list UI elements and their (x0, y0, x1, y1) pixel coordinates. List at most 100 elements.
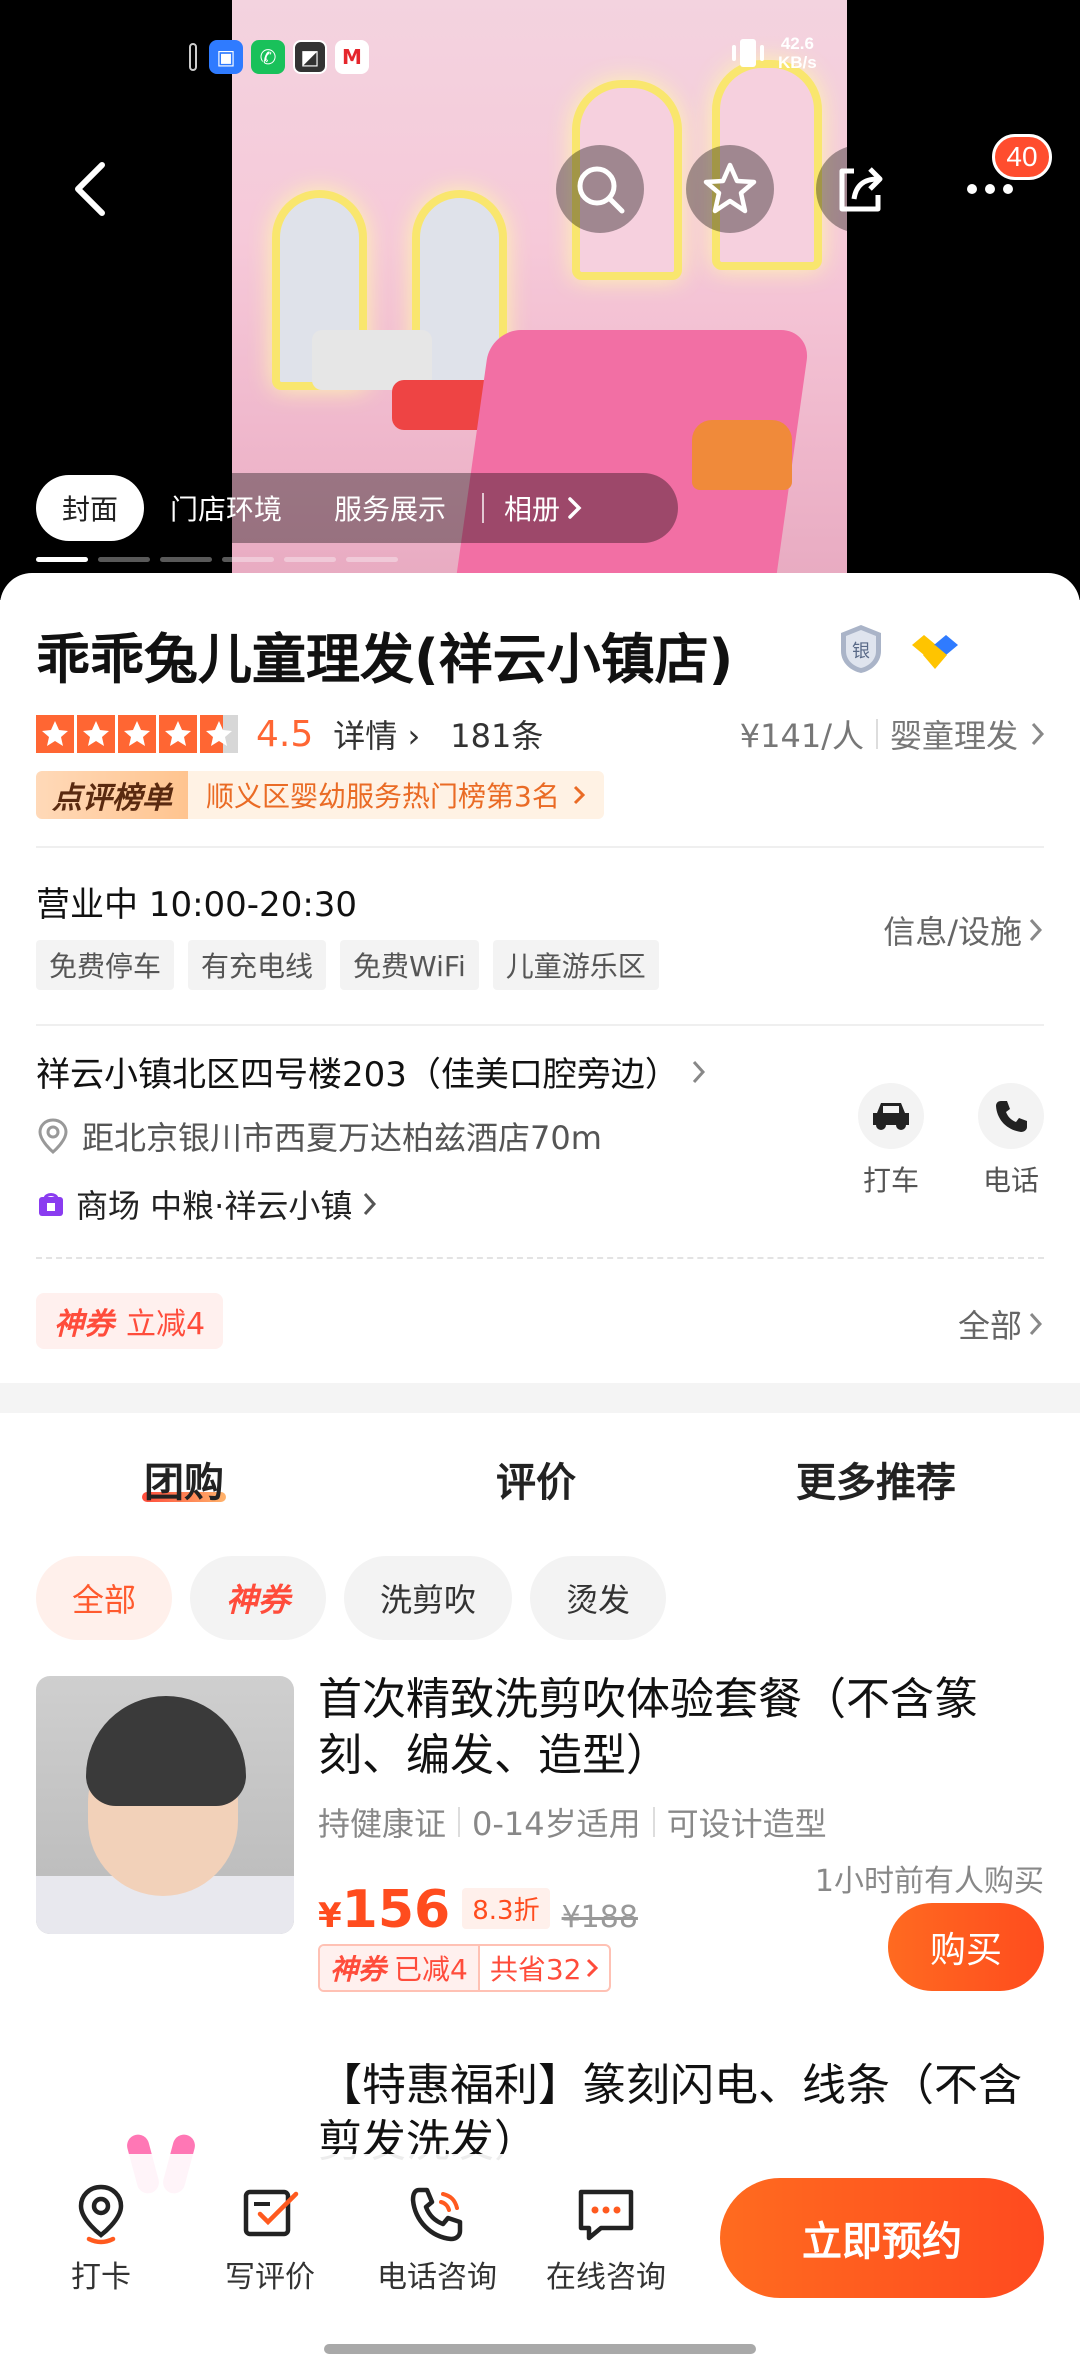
write-review-button[interactable]: 写评价 (200, 2182, 340, 2296)
deal-meta-item: 可设计造型 (666, 1805, 827, 1843)
home-indicator[interactable] (324, 2344, 756, 2354)
business-hours: 营业中 10:00-20:30 (36, 885, 358, 925)
page-dot (284, 557, 336, 562)
tab-more-recommendations[interactable]: 更多推荐 (796, 1450, 956, 1508)
car-icon (873, 1103, 909, 1130)
phone-label: 电话 (982, 1164, 1039, 1197)
price-category[interactable]: ¥141/人 婴童理发 (740, 711, 1046, 757)
price-per-person: ¥141/人 (739, 717, 864, 755)
status-bar: ▣ ✆ ◩ M 42.6 KB/s (0, 0, 1080, 110)
phone-button[interactable]: 电话 (966, 1083, 1056, 1199)
deal-meta: 持健康证 0-14岁适用 可设计造型 (318, 1799, 827, 1845)
star-icon (77, 715, 115, 753)
facility-tag: 儿童游乐区 (492, 940, 659, 990)
deal-title[interactable]: 首次精致洗剪吹体验套餐（不含篆刻、编发、造型） (318, 1672, 1048, 1784)
chip-all[interactable]: 全部 (36, 1556, 173, 1640)
gallery-page-indicator (36, 557, 398, 562)
divider (36, 1024, 1044, 1026)
all-coupons-link[interactable]: 全部 (958, 1301, 1044, 1347)
tab-cover[interactable]: 封面 (36, 475, 145, 541)
buy-button[interactable]: 购买 (888, 1903, 1044, 1991)
tab-store-environment[interactable]: 门店环境 (144, 475, 308, 541)
page-dot (98, 557, 150, 562)
mall-name: 商场 中粮·祥云小镇 (76, 1187, 353, 1225)
favorite-button[interactable] (686, 145, 774, 233)
rating-details-link[interactable]: 详情 › (333, 711, 420, 757)
shop-title: 乖乖兔儿童理发(祥云小镇店) (36, 628, 734, 691)
deal-price-value: 156 (341, 1880, 451, 1940)
info-facilities-link[interactable]: 信息/设施 (883, 907, 1044, 953)
discount-badge: 8.3折 (462, 1888, 550, 1929)
star-icon (36, 715, 74, 753)
network-speed-value: 42.6 (780, 34, 814, 53)
half-star-icon (200, 715, 238, 753)
original-price: ¥188 (561, 1900, 638, 1935)
address-link[interactable]: 祥云小镇北区四号楼203（佳美口腔旁边） (36, 1047, 707, 1096)
share-button[interactable] (816, 145, 904, 233)
review-count[interactable]: 181条 (450, 711, 543, 757)
distance-text: 距北京银川市西夏万达柏兹酒店70m (82, 1119, 602, 1157)
mall-link[interactable]: 商场 中粮·祥云小镇 (36, 1181, 378, 1227)
shop-address: 祥云小镇北区四号楼203（佳美口腔旁边） (36, 1055, 679, 1095)
section-gap (0, 1383, 1080, 1413)
divider (36, 846, 1044, 848)
tab-album-label: 相册 (504, 493, 561, 526)
phone-consult-button[interactable]: 电话咨询 (367, 2182, 507, 2296)
tab-service-showcase[interactable]: 服务展示 (308, 475, 472, 541)
shop-info-card: 乖乖兔儿童理发(祥云小镇店) 银 4.5 详情 › 181条 ¥141/人 婴童… (0, 573, 1080, 1383)
chevron-right-icon (568, 497, 582, 519)
back-button[interactable] (46, 145, 134, 233)
coupon-applied: 已减4 (394, 1953, 468, 1986)
chip-wash-cut-blow[interactable]: 洗剪吹 (344, 1556, 513, 1640)
star-rating (36, 715, 238, 753)
rating-score: 4.5 (256, 713, 314, 755)
hero-gallery[interactable]: ▣ ✆ ◩ M 42.6 KB/s 40 封面 门店环境 服务展示 相册 (0, 0, 1080, 600)
silver-medal-icon[interactable]: 银 (838, 623, 884, 675)
photo-chair (692, 420, 792, 490)
chevron-right-icon (1029, 1312, 1043, 1336)
status-notification-icons: ▣ ✆ ◩ M (185, 40, 369, 74)
tab-group-buy-label: 团购 (144, 1460, 224, 1506)
coupon-text: 立减4 (126, 1307, 206, 1342)
search-button[interactable] (556, 145, 644, 233)
taxi-button[interactable]: 打车 (846, 1083, 936, 1199)
deal-price-row: ¥156 8.3折 ¥188 (318, 1880, 638, 1940)
separator (458, 1807, 461, 1837)
chip-perm[interactable]: 烫发 (530, 1556, 667, 1640)
coupon-tag[interactable]: 神券 立减4 (36, 1293, 224, 1349)
page-dot (36, 557, 88, 562)
deal-meta-item: 持健康证 (318, 1805, 447, 1843)
online-consult-button[interactable]: 在线咨询 (536, 2182, 676, 2296)
coupon-brand: 神券 (54, 1307, 114, 1342)
chip-coupon[interactable]: 神券 (190, 1556, 327, 1640)
check-in-label: 打卡 (71, 2260, 131, 2295)
write-review-label: 写评价 (225, 2260, 315, 2295)
tab-reviews[interactable]: 评价 (496, 1450, 576, 1508)
deal-coupon-tag[interactable]: 神券 已减4 共省32 (318, 1944, 612, 1992)
facility-tags: 免费停车 有充电线 免费WiFi 儿童游乐区 (36, 940, 659, 990)
taxi-label: 打车 (862, 1164, 919, 1197)
deal-image[interactable] (36, 1676, 294, 1934)
vibrate-icon (732, 39, 764, 67)
phone-call-icon (405, 2182, 469, 2246)
check-in-button[interactable]: 打卡 (31, 2182, 171, 2296)
tab-album[interactable]: 相册 (484, 475, 610, 541)
verified-diamond-icon[interactable] (910, 633, 960, 673)
phone-notification-icon: ✆ (251, 40, 285, 74)
page-dot (346, 557, 398, 562)
ranking-tag[interactable]: 点评榜单 顺义区婴幼服务热门榜第3名 (36, 771, 604, 819)
ranking-tag-text: 顺义区婴幼服务热门榜第3名 (188, 771, 604, 819)
chevron-right-icon (1031, 722, 1045, 746)
chevron-right-icon (587, 1958, 599, 1978)
deal-image-hair (86, 1696, 246, 1806)
medal-text: 银 (852, 641, 870, 662)
tab-group-buy[interactable]: 团购 (142, 1450, 226, 1508)
saved-amount: 共省32 (489, 1953, 582, 1986)
rating-details-label: 详情 (333, 717, 398, 755)
facility-tag: 免费停车 (36, 940, 175, 990)
reserve-now-button[interactable]: 立即预约 (720, 2178, 1044, 2298)
deal-saved: 共省32 (477, 1946, 610, 1990)
mall-icon (39, 1193, 63, 1216)
deal-price: ¥156 (318, 1880, 450, 1940)
status-right: 42.6 KB/s (728, 34, 817, 72)
